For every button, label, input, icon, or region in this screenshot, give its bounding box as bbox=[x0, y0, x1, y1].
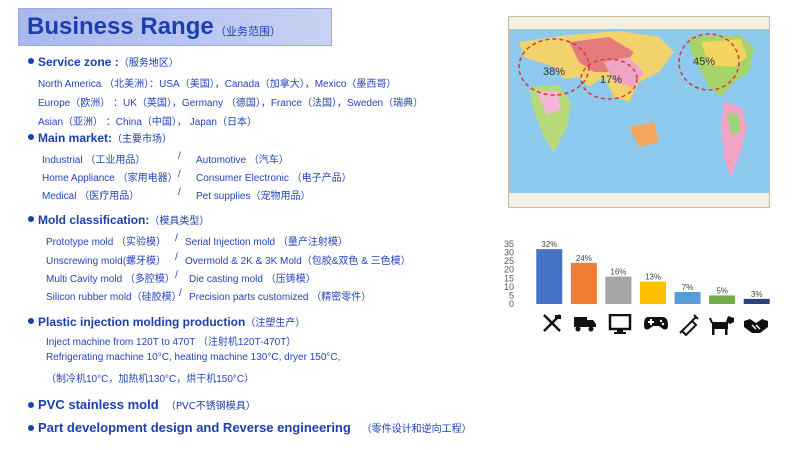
mold-left: Prototype mold （实验模） bbox=[46, 237, 167, 248]
bar-data-label: 32% bbox=[541, 240, 557, 249]
main-market-heading-zh: （主要市场） bbox=[112, 134, 173, 145]
page-subtitle: （业务范围） bbox=[215, 25, 281, 38]
injection-line: Refrigerating machine 10°C, heating mach… bbox=[46, 352, 341, 363]
market-icons-row bbox=[543, 314, 768, 336]
plastic-injection-heading: Plastic injection molding production（注塑生… bbox=[38, 315, 306, 329]
market-right: Consumer Electronic （电子产品） bbox=[196, 173, 352, 184]
map-label-17: 17% bbox=[600, 74, 622, 86]
gamepad-icon bbox=[644, 317, 668, 330]
mold-right: Overmold & 2K & 3K Mold（包胶&双色 & 三色模） bbox=[185, 256, 411, 267]
page-title: Business Range bbox=[27, 13, 214, 40]
map-label-38: 38% bbox=[543, 66, 565, 78]
pvc-heading-zh: （PVC不锈钢模具） bbox=[165, 401, 256, 412]
plastic-injection-heading-zh: （注塑生产） bbox=[245, 318, 306, 329]
dog-icon bbox=[709, 316, 734, 335]
market-sep: / bbox=[178, 187, 181, 198]
bullet-icon bbox=[28, 134, 34, 140]
market-sep: / bbox=[178, 151, 181, 162]
service-zone-heading: Service zone :（服务地区） bbox=[38, 55, 179, 69]
bullet-icon bbox=[28, 425, 34, 431]
bullet-icon bbox=[28, 58, 34, 64]
bar-data-label: 3% bbox=[751, 290, 763, 299]
y-tick-label: 0 bbox=[509, 299, 514, 309]
y-tick-label: 5 bbox=[509, 290, 514, 300]
y-tick-label: 35 bbox=[504, 239, 514, 249]
syringe-icon bbox=[679, 314, 699, 336]
world-map: 38% 17% 45% bbox=[508, 16, 770, 208]
bullet-icon bbox=[28, 216, 34, 222]
mold-sep: / bbox=[175, 270, 178, 281]
pvc-heading: PVC stainless mold （PVC不锈钢模具） bbox=[38, 397, 256, 412]
bar-7 bbox=[743, 298, 770, 304]
market-right: Pet supplies（宠物用品） bbox=[196, 191, 311, 202]
injection-line: （制冷机10°C，加热机130°C，烘干机150°C） bbox=[46, 374, 255, 385]
bar-data-label: 5% bbox=[716, 286, 728, 295]
bullet-icon bbox=[28, 402, 34, 408]
bar-data-label: 13% bbox=[645, 273, 661, 282]
part-dev-heading: Part development design and Reverse engi… bbox=[38, 420, 472, 435]
part-dev-heading-zh: （零件设计和逆向工程） bbox=[361, 424, 472, 435]
bar-3 bbox=[605, 276, 632, 304]
mold-sep: / bbox=[179, 288, 182, 299]
service-zone-heading-zh: （服务地区） bbox=[118, 58, 179, 69]
mold-right: Serial Injection mold （量产注射模） bbox=[185, 237, 348, 248]
market-left: Home Appliance （家用电器） bbox=[42, 173, 178, 184]
bar-5 bbox=[674, 292, 701, 304]
y-tick-label: 15 bbox=[504, 273, 514, 283]
market-sep: / bbox=[178, 169, 181, 180]
handshake-icon bbox=[744, 319, 768, 333]
mold-right: Die casting mold （压铸模） bbox=[189, 274, 316, 285]
bar-data-label: 16% bbox=[610, 268, 626, 277]
market-left: Medical （医疗用品） bbox=[42, 191, 140, 202]
service-zone-line: Europe（欧洲） ：UK（英国），Germany （德国），France（法… bbox=[38, 98, 424, 109]
service-zone-line: Asian（亚洲） ：China（中国）， Japan（日本） bbox=[38, 117, 257, 128]
tools-icon bbox=[543, 314, 561, 332]
mold-right: Precision parts customized （精密零件） bbox=[189, 292, 372, 303]
bullet-icon bbox=[28, 318, 34, 324]
mold-left: Multi Cavity mold （多腔模） bbox=[46, 274, 175, 285]
y-tick-label: 20 bbox=[504, 265, 514, 275]
injection-line: Inject machine from 120T to 470T （注射机120… bbox=[46, 337, 297, 348]
mold-sep: / bbox=[175, 252, 178, 263]
y-tick-label: 30 bbox=[504, 248, 514, 258]
y-tick-label: 10 bbox=[504, 282, 514, 292]
monitor-icon bbox=[608, 314, 632, 334]
mold-classification-heading: Mold classification:（模具类型） bbox=[38, 213, 210, 227]
world-map-graphic: 38% 17% 45% bbox=[509, 17, 769, 207]
mold-classification-heading-zh: （模具类型） bbox=[149, 216, 210, 227]
main-market-heading: Main market:（主要市场） bbox=[38, 131, 173, 145]
market-share-bar-chart: 05101520253035 32% 24% 16% 13% 7% 5% 3% bbox=[504, 239, 770, 309]
service-zone-line: North America （北美洲）：USA（美国），Canada（加拿大），… bbox=[38, 79, 397, 90]
market-right: Automotive （汽车） bbox=[196, 155, 289, 166]
y-tick-label: 25 bbox=[504, 256, 514, 266]
bar-4 bbox=[640, 281, 666, 304]
map-label-45: 45% bbox=[693, 56, 715, 68]
mold-left: Silicon rubber mold（硅胶模） bbox=[46, 292, 182, 303]
bar-6 bbox=[709, 295, 736, 304]
title-banner: Business Range （业务范围） bbox=[18, 8, 332, 46]
bar-1 bbox=[536, 249, 563, 304]
bar-data-label: 7% bbox=[682, 283, 694, 292]
mold-sep: / bbox=[175, 233, 178, 244]
truck-icon bbox=[574, 317, 596, 332]
market-left: Industrial （工业用品） bbox=[42, 155, 146, 166]
mold-left: Unscrewing mold(螺牙模） bbox=[46, 256, 167, 267]
bar-data-label: 24% bbox=[576, 254, 592, 263]
bar-2 bbox=[570, 262, 597, 304]
